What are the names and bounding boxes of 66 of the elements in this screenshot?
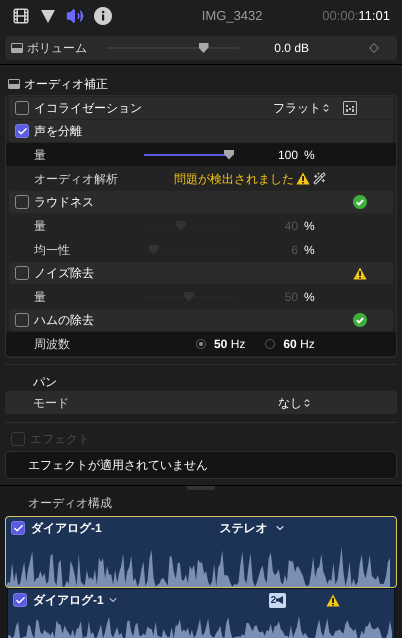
analysis-label: オーディオ解析	[34, 170, 119, 188]
warning-icon	[326, 594, 340, 606]
film-icon[interactable]	[12, 7, 30, 25]
parameter-label: 均一性	[34, 242, 71, 258]
channel-count-badge: 2	[268, 592, 286, 608]
mode-dropdown[interactable]: なし	[278, 394, 312, 412]
checkbox[interactable]	[11, 521, 25, 535]
unit-label: %	[304, 242, 315, 258]
parameter-label: 周波数	[34, 336, 71, 353]
checkbox[interactable]	[15, 101, 29, 115]
keyframe-icon[interactable]	[369, 43, 379, 53]
component-name: ダイアログ-1	[33, 592, 104, 609]
clip-title: IMG_3432	[200, 7, 264, 26]
info-icon[interactable]	[94, 7, 112, 25]
section-title: オーディオ補正	[24, 76, 108, 93]
check-icon	[14, 594, 26, 606]
magic-wand-icon[interactable]	[313, 172, 326, 185]
volume-label: ボリューム	[27, 40, 88, 57]
frequency-label: 60 Hz	[283, 336, 315, 353]
channel-dropdown[interactable]: ステレオ	[220, 519, 286, 537]
triangle-icon[interactable]	[40, 8, 56, 24]
audio-component[interactable]: ダイアログ-1 2	[7, 588, 395, 638]
check-icon	[16, 126, 28, 136]
option-label: ハムの除去	[34, 312, 94, 329]
timecode: 00:00:11:01	[322, 7, 390, 26]
option-label: ノイズ除去	[34, 265, 94, 282]
audio-component[interactable]: ダイアログ-1 ステレオ	[5, 516, 397, 588]
panel-icon[interactable]	[8, 79, 20, 89]
parameter-label: 量	[34, 218, 47, 234]
equalizer-icon[interactable]	[343, 101, 357, 115]
option-label: 声を分離	[34, 123, 82, 140]
option-label: ラウドネス	[34, 194, 94, 211]
radio-button[interactable]	[265, 339, 276, 349]
check-icon	[12, 522, 24, 534]
slider[interactable]	[107, 42, 239, 54]
section-title: パン	[32, 374, 58, 391]
checkbox[interactable]	[15, 195, 29, 209]
speaker-icon[interactable]	[66, 7, 84, 25]
checkmark-icon	[353, 313, 367, 327]
unit-label: %	[304, 218, 315, 234]
parameter-value: 100	[276, 146, 298, 164]
effects-empty-message: エフェクトが適用されていません	[5, 451, 397, 479]
radio-button[interactable]	[196, 339, 206, 349]
unit-label: %	[304, 146, 315, 164]
parameter-label: 量	[34, 146, 47, 164]
section-title: オーディオ構成	[27, 495, 113, 512]
slider[interactable]	[144, 148, 234, 160]
unit-label: %	[304, 288, 315, 306]
checkbox[interactable]	[15, 313, 29, 327]
volume-value: 0.0 dB	[274, 40, 309, 57]
warning-icon	[353, 266, 367, 280]
mode-label: モード	[33, 394, 70, 412]
option-label: イコライゼーション	[34, 100, 142, 117]
component-name: ダイアログ-1	[31, 520, 102, 537]
warning-icon	[296, 172, 310, 185]
checkbox[interactable]	[15, 124, 29, 138]
checkbox[interactable]	[15, 266, 29, 280]
panel-icon[interactable]	[11, 43, 23, 53]
checkbox[interactable]	[13, 593, 27, 607]
up-down-chevron-icon	[302, 398, 312, 408]
checkmark-icon	[353, 195, 367, 209]
preset-dropdown[interactable]: フラット	[273, 99, 331, 117]
up-down-chevron-icon	[321, 103, 331, 113]
analysis-status: 問題が検出されました	[174, 170, 295, 188]
parameter-label: 量	[34, 288, 47, 306]
frequency-label: 50 Hz	[214, 336, 246, 353]
